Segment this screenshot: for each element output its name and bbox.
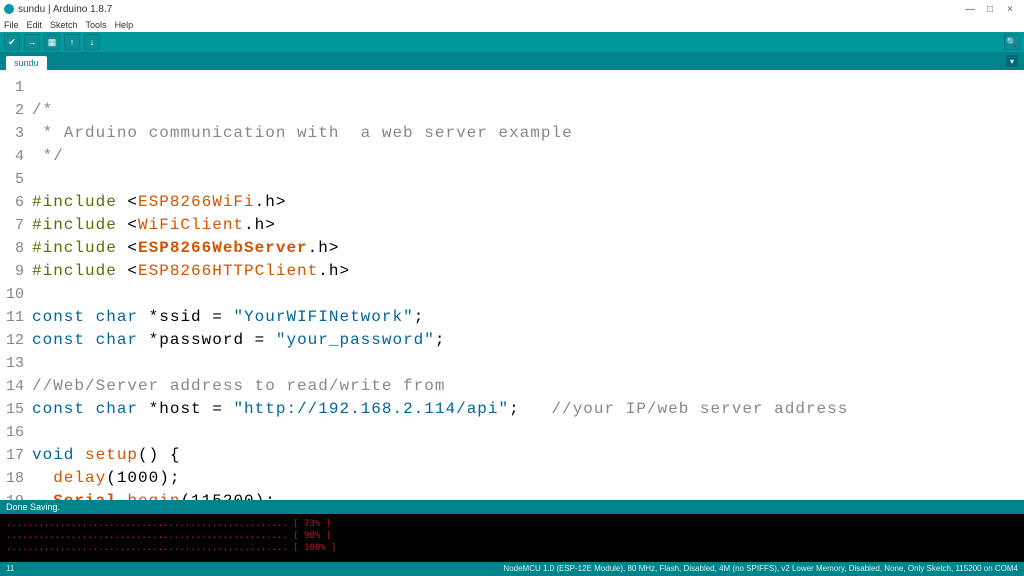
window-title: sundu | Arduino 1.8.7 bbox=[18, 4, 112, 15]
menu-sketch[interactable]: Sketch bbox=[50, 20, 78, 30]
save-button[interactable]: ↓ bbox=[84, 34, 100, 50]
menu-tools[interactable]: Tools bbox=[86, 20, 107, 30]
output-console[interactable]: ........................................… bbox=[0, 514, 1024, 562]
minimize-button[interactable]: — bbox=[960, 4, 980, 15]
open-button[interactable]: ↑ bbox=[64, 34, 80, 50]
menu-bar: File Edit Sketch Tools Help bbox=[0, 18, 1024, 32]
upload-button[interactable]: → bbox=[24, 34, 40, 50]
status-text: Done Saving. bbox=[6, 502, 60, 512]
serial-monitor-button[interactable]: 🔍 bbox=[1004, 34, 1020, 50]
tab-menu-icon[interactable]: ▾ bbox=[1006, 55, 1018, 67]
new-button[interactable]: ▦ bbox=[44, 34, 60, 50]
menu-help[interactable]: Help bbox=[115, 20, 134, 30]
footer-bar: 11 NodeMCU 1.0 (ESP-12E Module), 80 MHz,… bbox=[0, 562, 1024, 576]
board-info: NodeMCU 1.0 (ESP-12E Module), 80 MHz, Fl… bbox=[503, 564, 1018, 574]
tab-bar: sundu ▾ bbox=[0, 52, 1024, 70]
close-button[interactable]: × bbox=[1000, 4, 1020, 15]
title-bar: sundu | Arduino 1.8.7 — □ × bbox=[0, 0, 1024, 18]
verify-button[interactable]: ✔ bbox=[4, 34, 20, 50]
app-icon bbox=[4, 4, 14, 14]
menu-edit[interactable]: Edit bbox=[27, 20, 43, 30]
maximize-button[interactable]: □ bbox=[980, 4, 1000, 15]
menu-file[interactable]: File bbox=[4, 20, 19, 30]
footer-left: 11 bbox=[6, 564, 14, 574]
line-gutter: 1 2 3 4 5 6 7 8 9 10 11 12 13 14 15 16 1… bbox=[0, 70, 28, 500]
sketch-tab[interactable]: sundu bbox=[6, 56, 47, 70]
toolbar: ✔ → ▦ ↑ ↓ 🔍 bbox=[0, 32, 1024, 52]
code-editor[interactable]: 1 2 3 4 5 6 7 8 9 10 11 12 13 14 15 16 1… bbox=[0, 70, 1024, 500]
code-area[interactable]: /* * Arduino communication with a web se… bbox=[28, 70, 1024, 500]
status-bar: Done Saving. bbox=[0, 500, 1024, 514]
